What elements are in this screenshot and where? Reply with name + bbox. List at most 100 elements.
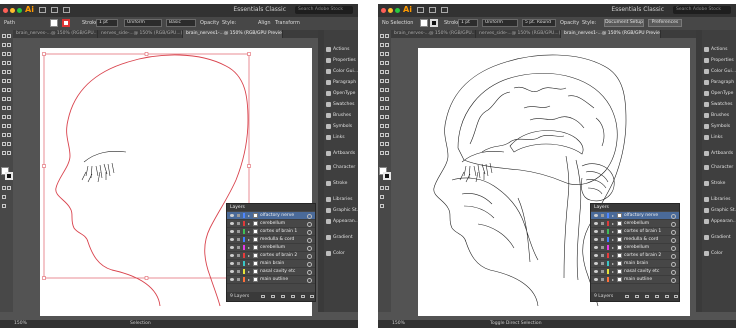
drawing-mode-icon[interactable] bbox=[2, 195, 6, 199]
dock-appearance[interactable]: Appearan... bbox=[703, 218, 737, 226]
layer-name[interactable]: main brain bbox=[624, 260, 648, 268]
dock-opentype[interactable]: OpenType bbox=[703, 90, 735, 98]
stroke-color-swatch[interactable] bbox=[5, 172, 13, 180]
target-icon[interactable] bbox=[671, 214, 676, 219]
dock-brushes[interactable]: Brushes bbox=[703, 112, 735, 120]
zoom-tool-icon[interactable] bbox=[7, 151, 11, 155]
minimize-button[interactable] bbox=[388, 8, 393, 13]
style-label[interactable]: Style: bbox=[582, 20, 596, 26]
collect-export-icon[interactable] bbox=[625, 295, 629, 298]
lock-icon[interactable] bbox=[601, 230, 604, 233]
stroke-swatch[interactable] bbox=[62, 19, 70, 27]
slice-tool-icon[interactable] bbox=[7, 142, 11, 146]
opacity-label[interactable]: Opacity bbox=[560, 20, 579, 26]
eye-icon[interactable] bbox=[594, 230, 598, 233]
dock-symbols[interactable]: Symbols bbox=[325, 123, 357, 131]
dock-properties[interactable]: Properties bbox=[325, 57, 357, 65]
screen-mode-icon[interactable] bbox=[2, 204, 6, 208]
layer-name[interactable]: cerebellum bbox=[624, 244, 649, 252]
brush-definition[interactable]: 5 pt. Round bbox=[522, 19, 556, 27]
dock-paragraph[interactable]: Paragraph bbox=[703, 79, 735, 87]
dock-appearance[interactable]: Appearan... bbox=[325, 218, 359, 226]
layers-panel-header[interactable]: Layers bbox=[227, 204, 315, 211]
artboard-tool-icon[interactable] bbox=[2, 142, 6, 146]
disclosure-triangle-icon[interactable]: ▸ bbox=[248, 237, 250, 242]
eyedropper-tool-icon[interactable] bbox=[2, 124, 6, 128]
width-tool-icon[interactable] bbox=[380, 97, 384, 101]
lock-icon[interactable] bbox=[601, 214, 604, 217]
eye-icon[interactable] bbox=[594, 214, 598, 217]
hand-tool-icon[interactable] bbox=[2, 151, 6, 155]
dock-stroke[interactable]: Stroke bbox=[325, 180, 357, 188]
layer-row[interactable]: ▸ main brain bbox=[227, 260, 315, 268]
layer-name[interactable]: main brain bbox=[260, 260, 284, 268]
brush-definition[interactable]: Basic bbox=[166, 19, 196, 27]
layer-name[interactable]: medulla & cord bbox=[624, 236, 658, 244]
layers-panel-header[interactable]: Layers bbox=[591, 204, 679, 211]
locate-object-icon[interactable] bbox=[635, 295, 639, 298]
dock-properties[interactable]: Properties bbox=[703, 57, 735, 65]
close-button[interactable] bbox=[381, 8, 386, 13]
disclosure-triangle-icon[interactable]: ▸ bbox=[248, 213, 250, 218]
perspective-grid-tool-icon[interactable] bbox=[385, 106, 389, 110]
bridge-icon[interactable] bbox=[39, 7, 46, 13]
eye-icon[interactable] bbox=[230, 254, 234, 257]
lock-icon[interactable] bbox=[601, 278, 604, 281]
eye-icon[interactable] bbox=[230, 222, 234, 225]
lasso-tool-icon[interactable] bbox=[7, 43, 11, 47]
layer-row[interactable]: ▸ cortex of brain 1 bbox=[591, 228, 679, 236]
curvature-tool-icon[interactable] bbox=[7, 52, 11, 56]
transform-link[interactable]: Transform bbox=[275, 20, 300, 26]
dock-libraries[interactable]: Libraries bbox=[325, 196, 357, 204]
document-tab-1[interactable]: brain_nerves-...@ 150% (RGB/GPU...) bbox=[391, 30, 476, 38]
dock-character[interactable]: Character bbox=[325, 164, 357, 172]
dock-color-guide[interactable]: Color Gui... bbox=[325, 68, 358, 76]
search-adobe-stock-input[interactable]: Search Adobe Stock bbox=[295, 6, 353, 14]
target-icon[interactable] bbox=[307, 254, 312, 259]
dock-stroke[interactable]: Stroke bbox=[703, 180, 735, 188]
lock-icon[interactable] bbox=[601, 254, 604, 257]
screen-mode-icon[interactable] bbox=[380, 204, 384, 208]
lock-icon[interactable] bbox=[601, 222, 604, 225]
align-link[interactable]: Align bbox=[258, 20, 271, 26]
layer-name[interactable]: cerebellum bbox=[260, 244, 285, 252]
layer-name[interactable]: olfactory nerve bbox=[624, 212, 658, 220]
layer-row[interactable]: ▸ olfactory nerve bbox=[227, 212, 315, 220]
rectangle-tool-icon[interactable] bbox=[2, 70, 6, 74]
new-layer-icon[interactable] bbox=[301, 295, 305, 298]
layer-row[interactable]: ▸ cerebellum bbox=[227, 244, 315, 252]
gradient-tool-icon[interactable] bbox=[385, 115, 389, 119]
target-icon[interactable] bbox=[307, 214, 312, 219]
layer-row[interactable]: ▸ medulla & cord bbox=[591, 236, 679, 244]
curvature-tool-icon[interactable] bbox=[385, 52, 389, 56]
dock-swatches[interactable]: Swatches bbox=[325, 101, 357, 109]
line-tool-icon[interactable] bbox=[385, 61, 389, 65]
variable-width-profile[interactable]: Uniform bbox=[482, 19, 518, 27]
dock-links[interactable]: Links bbox=[703, 134, 735, 142]
layer-name[interactable]: nasal cavity etc bbox=[260, 268, 295, 276]
type-tool-icon[interactable] bbox=[2, 61, 6, 65]
lock-icon[interactable] bbox=[237, 262, 240, 265]
layer-name[interactable]: cortex of brain 2 bbox=[260, 252, 297, 260]
layer-row[interactable]: ▸ cortex of brain 2 bbox=[591, 252, 679, 260]
arrange-documents-icon[interactable] bbox=[51, 7, 58, 13]
gpu-preview-icon[interactable] bbox=[63, 7, 70, 13]
blend-tool-icon[interactable] bbox=[385, 124, 389, 128]
target-icon[interactable] bbox=[307, 238, 312, 243]
dock-actions[interactable]: Actions bbox=[325, 46, 357, 54]
rotate-tool-icon[interactable] bbox=[380, 88, 384, 92]
column-graph-tool-icon[interactable] bbox=[7, 133, 11, 137]
shaper-tool-icon[interactable] bbox=[2, 79, 6, 83]
new-layer-icon[interactable] bbox=[665, 295, 669, 298]
none-color-icon[interactable] bbox=[385, 186, 389, 190]
dock-symbols[interactable]: Symbols bbox=[703, 123, 735, 131]
paintbrush-tool-icon[interactable] bbox=[7, 70, 11, 74]
magic-wand-tool-icon[interactable] bbox=[2, 43, 6, 47]
target-icon[interactable] bbox=[307, 270, 312, 275]
eye-icon[interactable] bbox=[230, 270, 234, 273]
eraser-tool-icon[interactable] bbox=[7, 79, 11, 83]
layer-name[interactable]: nasal cavity etc bbox=[624, 268, 659, 276]
collect-export-icon[interactable] bbox=[261, 295, 265, 298]
slice-tool-icon[interactable] bbox=[385, 142, 389, 146]
layer-row[interactable]: ▸ main outline bbox=[227, 276, 315, 284]
